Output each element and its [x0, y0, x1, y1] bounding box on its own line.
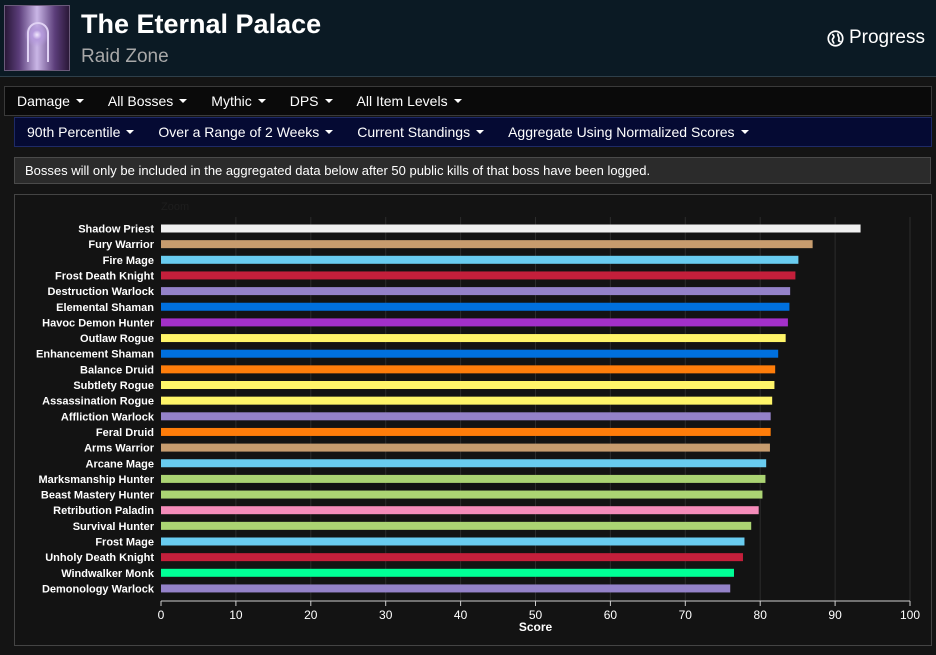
bar[interactable]	[161, 553, 743, 562]
caret-down-icon	[179, 99, 188, 103]
item-level-dropdown[interactable]: All Item Levels	[345, 93, 474, 109]
caret-down-icon	[126, 130, 135, 134]
role-dropdown[interactable]: DPS	[278, 93, 345, 109]
aggregate-dropdown[interactable]: Aggregate Using Normalized Scores	[496, 124, 760, 140]
bar[interactable]	[161, 506, 759, 515]
standings-dropdown[interactable]: Current Standings	[345, 124, 496, 140]
category-label: Arcane Mage	[86, 458, 154, 470]
category-label: Assassination Rogue	[42, 396, 154, 408]
aggregation-notice: Bosses will only be included in the aggr…	[14, 157, 931, 184]
bar[interactable]	[161, 365, 776, 374]
caret-down-icon	[75, 99, 84, 103]
category-label: Fury Warrior	[88, 239, 154, 251]
category-label: Balance Druid	[80, 364, 154, 376]
category-label: Windwalker Monk	[61, 568, 155, 580]
category-label: Fire Mage	[103, 255, 154, 267]
range-dropdown[interactable]: Over a Range of 2 Weeks	[146, 124, 345, 140]
difficulty-dropdown-label: Mythic	[211, 93, 252, 109]
bar[interactable]	[161, 568, 734, 577]
standings-dropdown-label: Current Standings	[357, 124, 471, 140]
score-bar-chart[interactable]: Zoom Shadow Priest Fury Warrior Fire Mage Fr…	[15, 195, 931, 645]
secondary-filter-bar: 90th Percentile Over a Range of 2 Weeks …	[14, 117, 932, 147]
category-label: Frost Death Knight	[55, 270, 154, 282]
category-label: Arms Warrior	[84, 443, 155, 455]
category-label: Outlaw Rogue	[80, 333, 154, 345]
bar[interactable]	[161, 474, 766, 483]
progress-label: Progress	[848, 27, 925, 48]
x-tick-label: 20	[304, 608, 318, 622]
bar[interactable]	[161, 584, 731, 593]
primary-filter-bar: Damage All Bosses Mythic DPS All Item Le…	[4, 86, 932, 116]
x-tick-label: 90	[828, 608, 842, 622]
category-label: Destruction Warlock	[47, 286, 154, 298]
bar[interactable]	[161, 287, 791, 296]
bar[interactable]	[161, 334, 786, 343]
difficulty-dropdown[interactable]: Mythic	[199, 93, 277, 109]
bar[interactable]	[161, 302, 790, 311]
bar[interactable]	[161, 255, 799, 264]
zone-image	[4, 5, 70, 71]
bar[interactable]	[161, 459, 767, 468]
category-label: Unholy Death Knight	[45, 552, 154, 564]
bar[interactable]	[161, 349, 779, 358]
bar[interactable]	[161, 537, 745, 546]
bar[interactable]	[161, 443, 770, 452]
globe-icon	[827, 29, 844, 47]
item-level-dropdown-label: All Item Levels	[356, 93, 448, 109]
x-tick-label: 40	[454, 608, 468, 622]
x-tick-label: 0	[158, 608, 165, 622]
boss-dropdown[interactable]: All Bosses	[96, 93, 199, 109]
metric-dropdown[interactable]: Damage	[5, 93, 96, 109]
chart-panel: Zoom Shadow Priest Fury Warrior Fire Mage Fr…	[14, 194, 932, 646]
bar[interactable]	[161, 271, 796, 280]
x-tick-label: 10	[229, 608, 243, 622]
bar[interactable]	[161, 240, 813, 249]
category-label: Beast Mastery Hunter	[41, 490, 155, 502]
zoom-label[interactable]: Zoom	[161, 201, 189, 213]
bar[interactable]	[161, 427, 771, 436]
category-label: Survival Hunter	[73, 521, 155, 533]
role-dropdown-label: DPS	[289, 93, 319, 109]
bar[interactable]	[161, 381, 775, 389]
category-label: Elemental Shaman	[56, 302, 154, 314]
zone-header: The Eternal Palace Raid Zone Progress	[0, 0, 936, 77]
bar[interactable]	[161, 396, 773, 405]
category-label: Affliction Warlock	[61, 411, 155, 423]
bar[interactable]	[161, 224, 861, 233]
category-label: Subtlety Rogue	[73, 380, 154, 392]
caret-down-icon	[476, 130, 485, 134]
caret-down-icon	[325, 130, 334, 134]
page-title: The Eternal Palace	[81, 9, 322, 39]
x-tick-label: 70	[679, 608, 693, 622]
range-dropdown-label: Over a Range of 2 Weeks	[158, 124, 320, 140]
category-label: Havoc Demon Hunter	[42, 317, 155, 329]
bar[interactable]	[161, 318, 788, 327]
x-tick-label: 100	[900, 608, 920, 622]
boss-dropdown-label: All Bosses	[107, 93, 174, 109]
caret-down-icon	[453, 99, 462, 103]
category-label: Shadow Priest	[78, 224, 154, 236]
x-axis-title: Score	[519, 620, 553, 634]
x-tick-label: 80	[754, 608, 768, 622]
category-label: Frost Mage	[95, 537, 154, 549]
category-label: Marksmanship Hunter	[38, 474, 154, 486]
bar[interactable]	[161, 412, 771, 421]
category-label: Feral Druid	[96, 427, 154, 439]
bar[interactable]	[161, 490, 763, 499]
aggregate-dropdown-label: Aggregate Using Normalized Scores	[508, 124, 735, 140]
caret-down-icon	[740, 130, 749, 134]
percentile-dropdown-label: 90th Percentile	[27, 124, 121, 140]
percentile-dropdown[interactable]: 90th Percentile	[15, 124, 146, 140]
caret-down-icon	[257, 99, 266, 103]
bar[interactable]	[161, 521, 752, 530]
progress-link[interactable]: Progress	[827, 27, 925, 49]
caret-down-icon	[324, 99, 333, 103]
category-label: Demonology Warlock	[42, 583, 155, 595]
x-tick-label: 60	[604, 608, 618, 622]
metric-dropdown-label: Damage	[17, 93, 70, 109]
page-subtitle: Raid Zone	[81, 46, 169, 67]
category-label: Retribution Paladin	[53, 505, 154, 517]
category-label: Enhancement Shaman	[36, 349, 154, 361]
x-tick-label: 30	[379, 608, 393, 622]
